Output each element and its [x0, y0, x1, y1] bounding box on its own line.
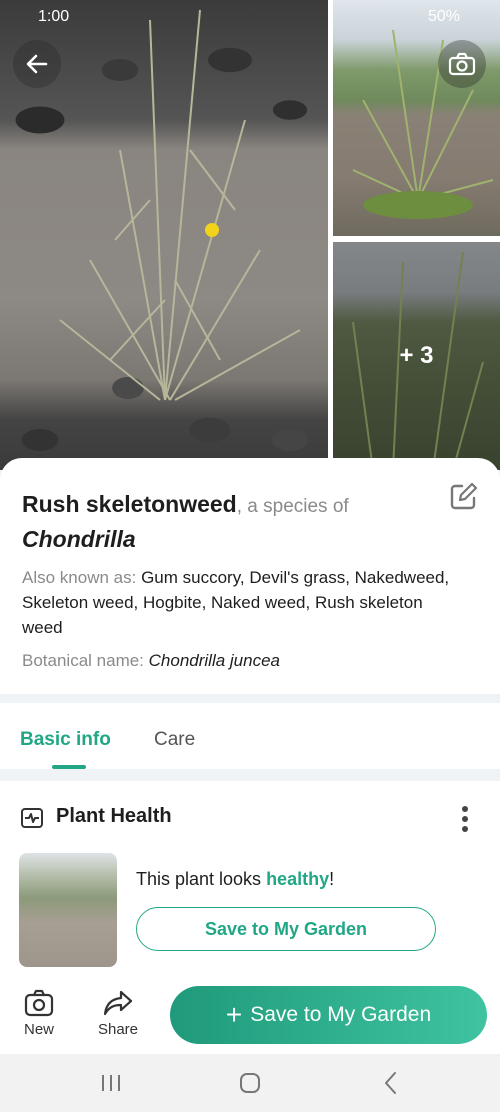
edit-icon — [450, 482, 478, 510]
new-button[interactable]: New — [9, 989, 69, 1038]
plant-info-card: Rush skeletonweed, a species of Chondril… — [0, 458, 500, 694]
system-navigation-bar — [0, 1054, 500, 1112]
camera-button[interactable] — [438, 40, 486, 88]
back-arrow-icon — [26, 54, 48, 74]
also-known-label: Also known as: — [22, 568, 142, 587]
nav-back-icon[interactable] — [378, 1070, 404, 1096]
plus-icon: + — [225, 999, 243, 1030]
bottom-action-bar: New Share + Save to My Garden — [0, 981, 500, 1054]
plant-genus-link[interactable]: Chondrilla — [22, 523, 432, 555]
tab-bar: Basic info Care — [0, 703, 500, 769]
more-photos-tile[interactable]: + 3 — [333, 242, 500, 470]
battery-level: 50% — [427, 8, 460, 25]
plant-health-card: Plant Health This plant looks healthy! S… — [0, 781, 500, 981]
health-status-value: healthy — [266, 869, 330, 889]
plant-health-title: Plant Health — [56, 805, 172, 827]
more-photos-count: + 3 — [399, 342, 434, 369]
more-vertical-icon — [462, 806, 468, 832]
new-label: New — [23, 1021, 54, 1038]
plant-common-name: Rush skeletonweed — [22, 491, 237, 517]
plant-title: Rush skeletonweed, a species of Chondril… — [22, 488, 432, 555]
health-status-prefix: This plant looks — [136, 869, 267, 889]
status-bar: 1:00 50% — [0, 0, 500, 36]
species-of-text: , a species of — [236, 496, 349, 517]
save-to-garden-button[interactable]: + Save to My Garden — [170, 986, 487, 1044]
photo-gallery: + 3 1:00 50% — [0, 0, 500, 470]
save-to-garden-outline-button[interactable]: Save to My Garden — [136, 907, 436, 951]
home-icon[interactable] — [237, 1070, 263, 1096]
save-to-garden-label: Save to My Garden — [250, 1003, 432, 1026]
recent-apps-icon[interactable] — [98, 1070, 124, 1096]
active-tab-indicator — [52, 765, 86, 769]
pulse-icon — [21, 808, 43, 828]
botanical-value: Chondrilla juncea — [148, 651, 281, 670]
botanical-name: Botanical name: Chondrilla juncea — [22, 651, 280, 671]
health-status-text: This plant looks healthy! — [136, 869, 334, 890]
edit-button[interactable] — [448, 482, 482, 516]
back-button[interactable] — [13, 40, 61, 88]
share-label: Share — [97, 1021, 139, 1038]
tab-care[interactable]: Care — [154, 729, 195, 751]
camera-new-icon — [24, 989, 54, 1017]
camera-icon — [448, 52, 476, 76]
tab-basic-info[interactable]: Basic info — [20, 729, 111, 751]
more-options-button[interactable] — [452, 803, 478, 835]
botanical-label: Botanical name: — [22, 651, 149, 670]
share-button[interactable]: Share — [88, 989, 148, 1038]
also-known-as: Also known as: Gum succory, Devil's gras… — [22, 565, 462, 640]
health-status-suffix: ! — [329, 869, 335, 889]
status-time: 1:00 — [38, 8, 70, 25]
health-thumbnail — [19, 853, 117, 967]
share-icon — [103, 990, 133, 1016]
